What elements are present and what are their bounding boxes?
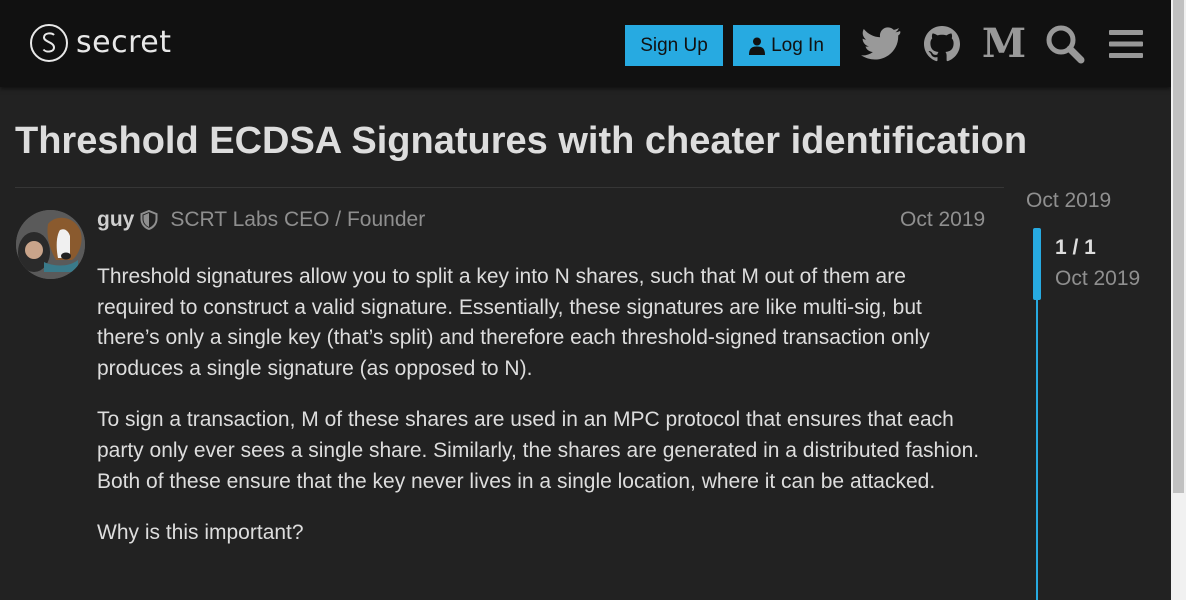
- menu-icon[interactable]: [1104, 22, 1148, 66]
- user-icon: [749, 37, 766, 55]
- username[interactable]: guy: [97, 208, 134, 232]
- scrollbar-thumb[interactable]: [1173, 0, 1184, 493]
- post-paragraph: To sign a transaction, M of these shares…: [97, 408, 980, 493]
- page-scrollbar[interactable]: [1171, 0, 1186, 600]
- post-paragraph: Threshold signatures allow you to split …: [97, 265, 930, 380]
- github-icon[interactable]: [920, 22, 964, 66]
- secret-logo-icon: [30, 24, 68, 62]
- log-in-label: Log In: [771, 34, 824, 56]
- medium-glyph: M: [981, 20, 1027, 67]
- timeline-current-date: Oct 2019: [1055, 267, 1141, 290]
- logo-text: secret: [76, 25, 172, 60]
- post-author: guy SCRT Labs CEO / Founder: [97, 208, 425, 232]
- avatar[interactable]: [16, 210, 85, 279]
- title-divider: [15, 187, 1004, 188]
- search-icon[interactable]: [1043, 22, 1087, 66]
- timeline-handle[interactable]: [1033, 228, 1041, 300]
- sign-up-button[interactable]: Sign Up: [625, 25, 723, 66]
- timeline-post-count: 1 / 1: [1055, 236, 1096, 259]
- shield-icon: [140, 210, 158, 230]
- timeline-start-date[interactable]: Oct 2019: [1026, 189, 1111, 213]
- post-date[interactable]: Oct 2019: [900, 208, 985, 232]
- post-paragraph: Why is this important?: [97, 521, 304, 545]
- topic-title[interactable]: Threshold ECDSA Signatures with cheater …: [15, 120, 1027, 163]
- site-header: secret Sign Up Log In M: [0, 0, 1171, 87]
- medium-icon[interactable]: M: [982, 22, 1026, 66]
- site-logo[interactable]: secret: [30, 24, 171, 62]
- user-title: SCRT Labs CEO / Founder: [170, 208, 426, 231]
- twitter-icon[interactable]: [859, 22, 903, 66]
- log-in-button[interactable]: Log In: [733, 25, 840, 66]
- post-body: Threshold signatures allow you to split …: [97, 262, 982, 570]
